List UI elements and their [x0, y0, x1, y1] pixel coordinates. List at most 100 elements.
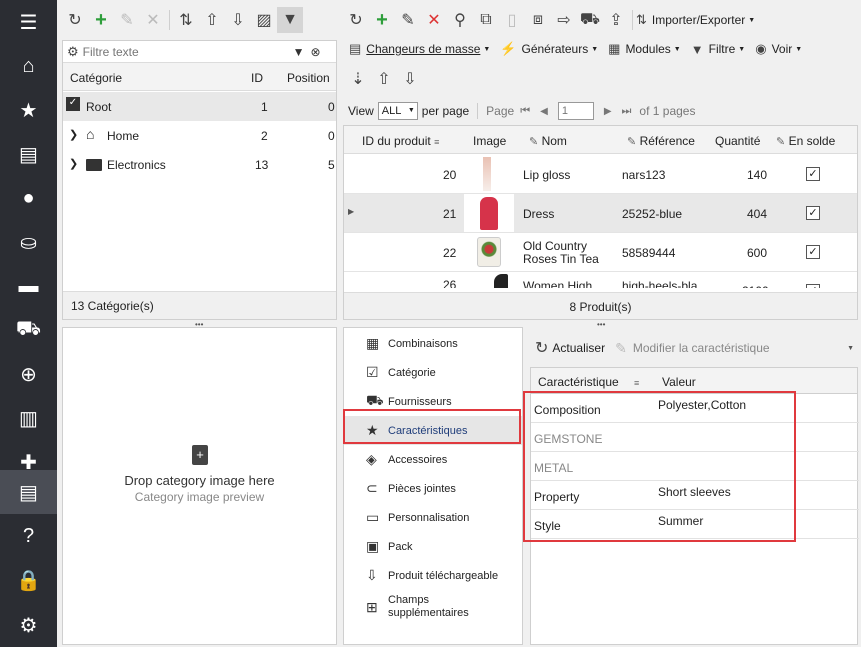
edit-icon[interactable]: ✎ [395, 7, 421, 33]
header-reference[interactable]: ✎ Référence [627, 134, 695, 148]
header-name[interactable]: ✎ Nom [529, 134, 567, 148]
on-sale-checkbox[interactable]: ✓ [806, 284, 820, 288]
header-feature[interactable]: Caractéristique ≡ [538, 375, 639, 389]
sidebar-menu-button[interactable]: ☰ [0, 0, 57, 44]
prev-page-icon[interactable]: ◀ [540, 106, 548, 117]
category-row-electronics[interactable]: ❯ Electronics 13 5 [63, 150, 336, 179]
header-value[interactable]: Valeur [662, 375, 696, 389]
caret-down-icon[interactable]: ▼ [847, 345, 854, 352]
filter-tree-icon[interactable]: ▼ [277, 7, 303, 33]
last-page-icon[interactable]: ⏭ [622, 105, 632, 118]
add-icon[interactable]: + [88, 7, 114, 33]
splitter-handle[interactable]: ••• [597, 320, 605, 329]
import-export-menu[interactable]: ⇅ Importer/Exporter ▼ [636, 12, 755, 28]
sort-asc-icon[interactable]: ⇧ [199, 7, 225, 33]
tab-pieces-jointes[interactable]: ⊂ Pièces jointes [344, 474, 522, 503]
category-image-pane[interactable]: + Drop category image here Category imag… [62, 327, 337, 645]
product-toolbar: ↻ + ✎ ✕ ⚲ ⧉ ▯ ⧈ ⇨ ⛟ ⇪ ⇅ Importer/Exporte… [343, 6, 765, 34]
gear-icon: ⚙ [19, 614, 38, 637]
page-input[interactable]: 1 [557, 102, 594, 120]
delete-icon[interactable]: ✕ [140, 7, 166, 33]
on-sale-checkbox[interactable]: ✓ [806, 206, 820, 220]
view-menu[interactable]: ◉ Voir ▼ [755, 41, 802, 57]
category-pane: ⚙ ▼ ⊗ Catégorie ID Position ✓ Root 1 0 ❯… [62, 40, 337, 320]
view-select[interactable]: ALL ▼ [377, 102, 418, 120]
next-page-icon[interactable]: ▶ [604, 106, 612, 117]
move-to-category-icon[interactable]: ⇨ [551, 7, 577, 33]
tab-champs-supplementaires[interactable]: ⊞ Champs supplémentaires [344, 590, 522, 624]
delete-icon[interactable]: ✕ [421, 7, 447, 33]
refresh-icon[interactable]: ↻ [535, 338, 548, 358]
product-row[interactable]: 22 Old Country Roses Tin Tea 58589444 60… [344, 233, 857, 272]
sidebar-chart-button[interactable]: ▥ [0, 396, 57, 440]
refresh-icon[interactable]: ↻ [343, 7, 369, 33]
tab-combinaisons[interactable]: ▦ Combinaisons [344, 329, 522, 358]
truck-icon[interactable]: ⛟ [577, 7, 603, 33]
header-image[interactable]: Image [473, 134, 506, 148]
product-row[interactable]: 26 Women High high-heels-bla 2100 ✓ [344, 272, 857, 288]
expand-chevron-icon[interactable]: ❯ [69, 157, 78, 170]
tab-accessoires[interactable]: ◈ Accessoires [344, 445, 522, 474]
sort-desc-icon[interactable]: ⇩ [225, 7, 251, 33]
image-edit-icon[interactable]: ▨ [251, 7, 277, 33]
sidebar-star-button[interactable]: ★ [0, 88, 57, 132]
modules-menu[interactable]: ▦ Modules ▼ [608, 41, 681, 57]
duplicate-icon[interactable]: ⧈ [525, 7, 551, 33]
tab-pack[interactable]: ▣ Pack [344, 532, 522, 561]
help-icon: ? [22, 524, 35, 547]
category-filter-input[interactable] [82, 44, 293, 59]
tab-produit-telechargeable[interactable]: ⇩ Produit téléchargeable [344, 561, 522, 590]
move-up-down-icon[interactable]: ⇅ [173, 7, 199, 33]
gear-icon[interactable]: ⚙ [67, 44, 79, 60]
header-id[interactable]: ID du produit ≡ [362, 134, 439, 148]
edit-feature-button[interactable]: Modifier la caractéristique [633, 341, 770, 355]
tab-personnalisation[interactable]: ▭ Personnalisation [344, 503, 522, 532]
paste-icon[interactable]: ▯ [499, 7, 525, 33]
filter-icon[interactable]: ▼ [293, 45, 305, 59]
header-quantity[interactable]: Quantité [715, 134, 760, 148]
sort-desc-icon[interactable]: ⇩ [397, 66, 423, 92]
export-icon[interactable]: ⇪ [603, 7, 629, 33]
product-row[interactable]: ▶ 21 Dress 25252-blue 404 ✓ [344, 194, 857, 233]
header-category[interactable]: Catégorie [70, 71, 122, 85]
generators-menu[interactable]: ⚡ Générateurs ▼ [500, 41, 598, 57]
header-id[interactable]: ID [251, 71, 263, 85]
product-row[interactable]: 20 Lip gloss nars123 140 ✓ [344, 155, 857, 194]
category-row-home[interactable]: ❯ ⌂ Home 2 0 [63, 121, 336, 150]
sidebar-gear-button[interactable]: ⚙ [0, 603, 57, 647]
sidebar-lock-button[interactable]: 🔒 [0, 558, 57, 602]
header-on-sale[interactable]: ✎ En solde [776, 134, 835, 148]
refresh-button[interactable]: Actualiser [552, 341, 605, 355]
sort-alpha-icon[interactable]: ⇣ [345, 66, 371, 92]
filter-menu[interactable]: ▼ Filtre ▼ [691, 42, 745, 57]
sidebar-catalog-button[interactable]: ▤ [0, 470, 57, 514]
expand-chevron-icon[interactable]: ❯ [69, 128, 78, 141]
tab-categorie[interactable]: ☑ Catégorie [344, 358, 522, 387]
category-name: Root [86, 100, 112, 114]
on-sale-checkbox[interactable]: ✓ [806, 167, 820, 181]
sidebar-globe-button[interactable]: ⊕ [0, 352, 57, 396]
search-icon[interactable]: ⚲ [447, 7, 473, 33]
first-page-icon[interactable]: ⏮ [520, 105, 530, 118]
sidebar-inbox-button[interactable]: ▤ [0, 132, 57, 176]
sidebar-help-button[interactable]: ? [0, 514, 57, 558]
product-sort-toolbar: ⇣ ⇧ ⇩ [345, 66, 423, 92]
lightning-icon: ⚡ [500, 41, 517, 56]
mass-changers-menu[interactable]: ▤ Changeurs de masse ▼ [349, 41, 490, 57]
sidebar-message-button[interactable]: ▬ [0, 264, 57, 308]
sidebar-user-button[interactable]: ● [0, 176, 57, 220]
header-position[interactable]: Position [287, 71, 330, 85]
sidebar-store-button[interactable]: ⌂ [0, 44, 57, 88]
sort-asc-icon[interactable]: ⇧ [371, 66, 397, 92]
sidebar-truck-button[interactable]: ⛟ [0, 308, 57, 352]
copy-icon[interactable]: ⧉ [473, 7, 499, 33]
edit-icon[interactable]: ✎ [114, 7, 140, 33]
clear-filter-icon[interactable]: ⊗ [311, 45, 321, 59]
refresh-icon[interactable]: ↻ [62, 7, 88, 33]
category-row-root[interactable]: ✓ Root 1 0 [63, 92, 336, 121]
on-sale-checkbox[interactable]: ✓ [806, 245, 820, 259]
add-product-icon[interactable]: + [369, 7, 395, 33]
splitter-handle[interactable]: ••• [195, 320, 203, 329]
sidebar-basket-button[interactable]: ⛀ [0, 220, 57, 264]
product-grid: ID du produit ≡ Image ✎ Nom ✎ Référence … [343, 125, 858, 320]
